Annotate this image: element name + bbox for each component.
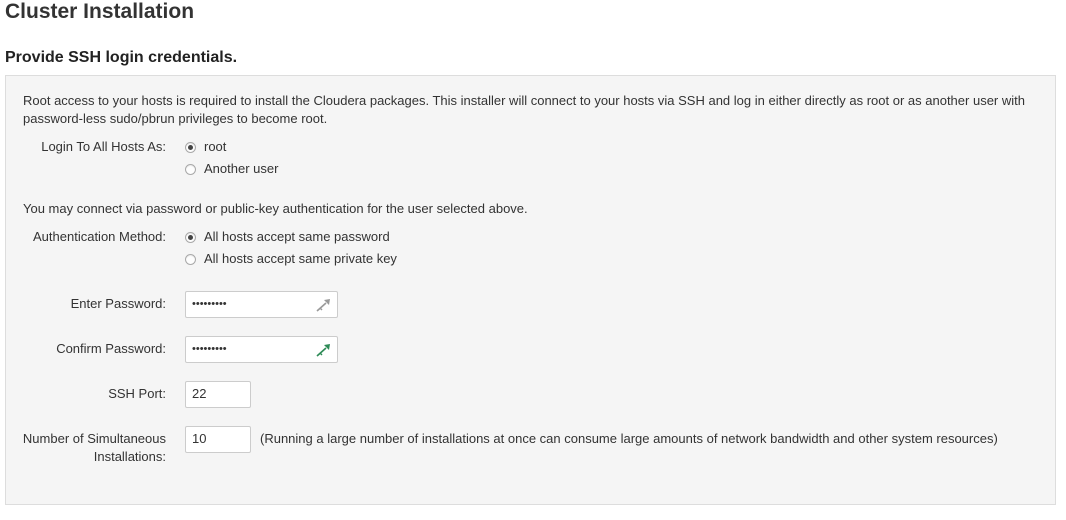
auth-private-key-label: All hosts accept same private key <box>204 251 397 266</box>
enter-password-value: ••••••••• <box>192 298 227 310</box>
simultaneous-note: (Running a large number of installations… <box>260 431 998 446</box>
intro-text: Root access to your hosts is required to… <box>23 93 1025 126</box>
login-root-option[interactable]: root <box>185 138 226 156</box>
confirm-password-field[interactable]: ••••••••• <box>185 336 338 363</box>
login-another-user-radio[interactable] <box>185 163 196 175</box>
auth-note: You may connect via password or public-k… <box>23 201 528 216</box>
auth-password-radio[interactable] <box>185 231 196 243</box>
login-another-user-label: Another user <box>204 161 279 176</box>
enter-password-label: Enter Password: <box>70 296 166 311</box>
auth-password-option[interactable]: All hosts accept same password <box>185 228 390 246</box>
enter-password-field[interactable]: ••••••••• <box>185 291 338 318</box>
key-icon[interactable] <box>315 342 333 358</box>
auth-private-key-radio[interactable] <box>185 253 196 265</box>
login-root-radio[interactable] <box>185 141 196 153</box>
auth-private-key-option[interactable]: All hosts accept same private key <box>185 250 397 268</box>
login-as-label: Login To All Hosts As: <box>41 139 166 154</box>
confirm-password-value: ••••••••• <box>192 343 227 355</box>
confirm-password-label: Confirm Password: <box>56 341 166 356</box>
auth-method-label: Authentication Method: <box>33 229 166 244</box>
login-another-user-option[interactable]: Another user <box>185 160 278 178</box>
simultaneous-label-line2: Installations: <box>93 449 166 464</box>
login-root-label: root <box>204 139 227 154</box>
auth-password-label: All hosts accept same password <box>204 229 390 244</box>
key-icon[interactable] <box>315 297 333 313</box>
simultaneous-installations-input[interactable]: 10 <box>185 426 251 453</box>
page-title: Cluster Installation <box>5 0 195 23</box>
ssh-port-input[interactable]: 22 <box>185 381 251 408</box>
section-title: Provide SSH login credentials. <box>5 49 238 66</box>
simultaneous-label-line1: Number of Simultaneous <box>22 431 166 446</box>
ssh-port-label: SSH Port: <box>108 386 166 401</box>
